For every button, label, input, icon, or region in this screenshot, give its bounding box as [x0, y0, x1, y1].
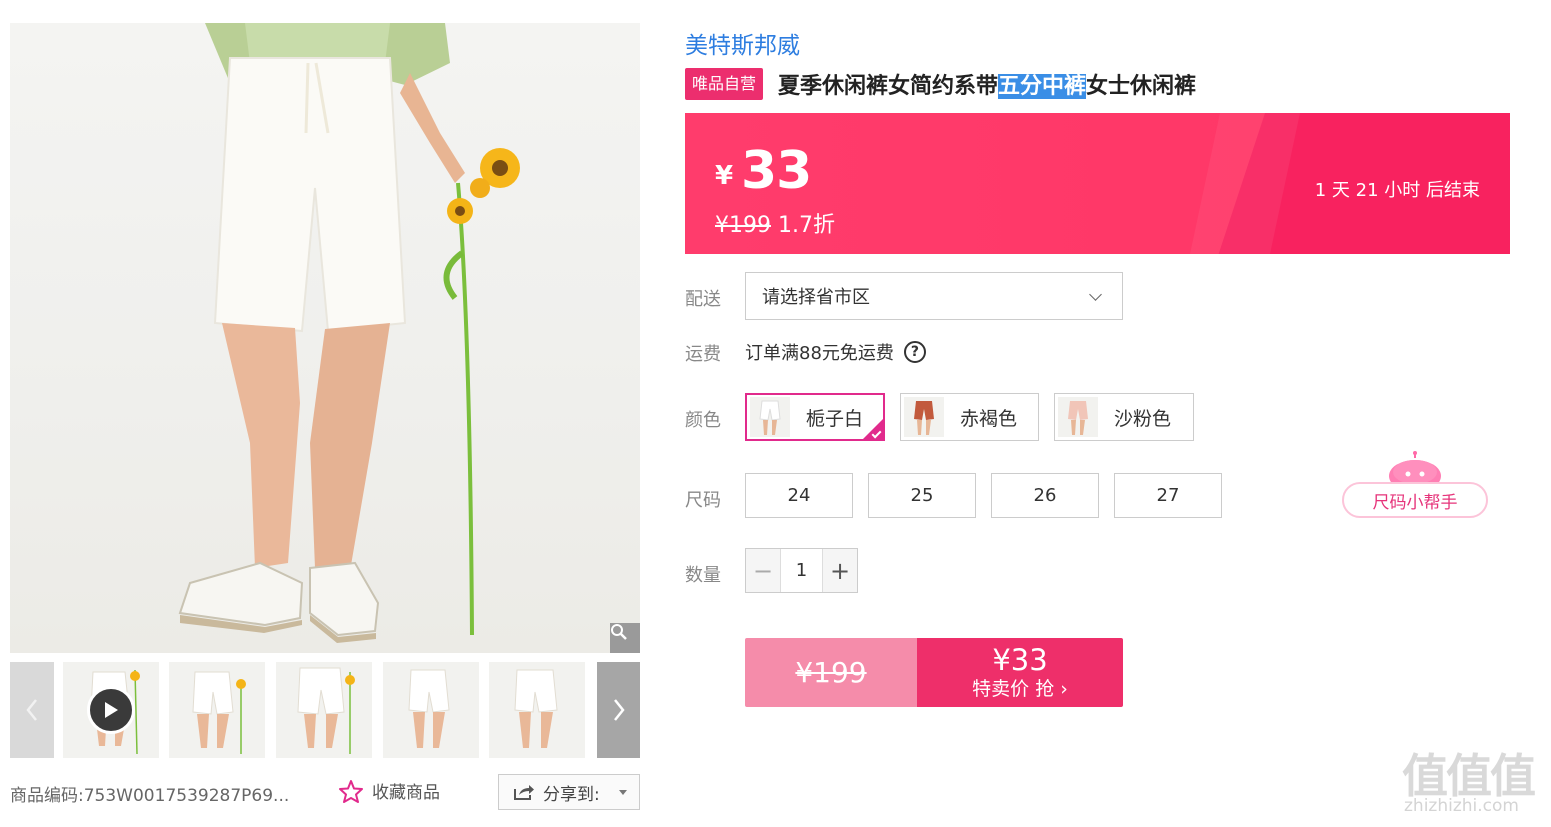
- current-price: 33: [741, 141, 812, 201]
- thumbnail-image: [169, 662, 265, 758]
- size-label: 尺码: [685, 490, 721, 511]
- favorite-button[interactable]: 收藏商品: [338, 778, 440, 803]
- buy-now-button[interactable]: ¥199 ¥33 特卖价 抢 ›: [745, 638, 1123, 707]
- title-highlight: 五分中裤: [998, 74, 1087, 99]
- thumbnail-image: [489, 662, 585, 758]
- quantity-input[interactable]: 1: [781, 549, 822, 592]
- thumb-prev-button[interactable]: [10, 662, 54, 758]
- color-swatch-image: [904, 397, 944, 437]
- quantity-stepper: − 1 +: [745, 548, 858, 593]
- thumbnail-image: [276, 662, 372, 758]
- chevron-right-icon: [613, 699, 625, 721]
- favorite-label: 收藏商品: [372, 783, 440, 803]
- chevron-left-icon: [26, 699, 37, 721]
- main-product-image[interactable]: [10, 23, 640, 653]
- original-price-line: ¥199 1.7折: [715, 207, 835, 239]
- share-icon: [514, 785, 534, 800]
- color-option-label: 栀子白: [806, 407, 864, 430]
- chevron-down-icon: [1089, 288, 1102, 301]
- sale-countdown: 1 天 21 小时 后结束: [1314, 180, 1480, 201]
- product-code-value: 753W0017539287P69...: [83, 786, 290, 806]
- product-photo-illustration: [178, 23, 520, 643]
- size-option-25[interactable]: 25: [868, 473, 976, 518]
- swatch-illustration: [750, 397, 790, 437]
- color-option-auburn[interactable]: 赤褐色: [900, 393, 1039, 441]
- buy-sale-price: ¥33: [992, 642, 1048, 677]
- magnifier-icon: [611, 624, 627, 640]
- buy-sale-block: ¥33 特卖价 抢 ›: [917, 638, 1123, 707]
- shipping-label: 运费: [685, 344, 721, 365]
- watermark-url: zhizhizhi.com: [1404, 796, 1519, 816]
- discount: 1.7折: [778, 213, 835, 238]
- thumbnail-item[interactable]: [276, 662, 372, 758]
- color-option-label: 沙粉色: [1114, 407, 1172, 430]
- size-option-27[interactable]: 27: [1114, 473, 1222, 518]
- play-icon: [105, 702, 118, 718]
- thumb-next-button[interactable]: [597, 662, 640, 758]
- play-video-button[interactable]: [87, 686, 135, 734]
- color-label: 颜色: [685, 410, 721, 431]
- size-option-26[interactable]: 26: [991, 473, 1099, 518]
- quantity-label: 数量: [685, 565, 721, 586]
- help-icon[interactable]: ?: [903, 341, 926, 363]
- caret-down-icon: [619, 790, 627, 795]
- color-option-sand-pink[interactable]: 沙粉色: [1054, 393, 1194, 441]
- brand-link[interactable]: 美特斯邦威: [685, 26, 800, 60]
- shipping-info: 订单满88元免运费 ?: [745, 339, 926, 365]
- color-swatch-image: [1058, 397, 1098, 437]
- product-title: 夏季休闲裤女简约系带五分中裤女士休闲裤: [778, 68, 1196, 100]
- thumbnail-item[interactable]: [489, 662, 585, 758]
- thumbnail-video[interactable]: [63, 662, 159, 758]
- quantity-decrement-button[interactable]: −: [746, 549, 781, 592]
- share-label: 分享到:: [543, 784, 600, 805]
- title-part: 夏季休闲裤女简约系带: [778, 74, 999, 99]
- title-row: 唯品自营 夏季休闲裤女简约系带五分中裤女士休闲裤: [685, 68, 1196, 100]
- price-banner: ¥ 33 ¥199 1.7折 1 天 21 小时 后结束: [685, 113, 1510, 254]
- product-code: 商品编码:753W0017539287P69...: [10, 781, 289, 806]
- share-dropdown[interactable]: 分享到:: [498, 774, 640, 810]
- shipping-text: 订单满88元免运费: [745, 343, 894, 364]
- zoom-button[interactable]: [610, 623, 640, 653]
- thumbnail-item[interactable]: [383, 662, 479, 758]
- size-option-24[interactable]: 24: [745, 473, 853, 518]
- thumbnail-image: [383, 662, 479, 758]
- size-helper-button[interactable]: 尺码小帮手: [1342, 450, 1488, 518]
- site-watermark: 值值值 zhizhizhi.com: [1402, 740, 1542, 820]
- swatch-illustration: [904, 397, 944, 437]
- thumbnail-item[interactable]: [169, 662, 265, 758]
- self-operated-badge: 唯品自营: [685, 68, 764, 100]
- region-select[interactable]: 请选择省市区: [745, 272, 1123, 320]
- thumbnail-strip: [10, 662, 640, 758]
- currency-symbol: ¥: [715, 161, 734, 191]
- color-option-label: 赤褐色: [960, 407, 1018, 430]
- buy-original-price: ¥199: [745, 638, 917, 707]
- buy-cta-label: 特卖价 抢 ›: [972, 677, 1068, 700]
- title-part: 女士休闲裤: [1086, 74, 1197, 99]
- star-icon: [339, 779, 363, 803]
- region-select-placeholder: 请选择省市区: [762, 287, 870, 308]
- size-helper-label: 尺码小帮手: [1342, 482, 1488, 518]
- color-swatch-image: [750, 397, 790, 437]
- color-option-white[interactable]: 栀子白: [745, 393, 885, 441]
- original-price: ¥199: [715, 213, 771, 238]
- quantity-increment-button[interactable]: +: [822, 549, 857, 592]
- swatch-illustration: [1058, 397, 1098, 437]
- delivery-label: 配送: [685, 289, 721, 310]
- product-code-label: 商品编码:: [10, 786, 84, 806]
